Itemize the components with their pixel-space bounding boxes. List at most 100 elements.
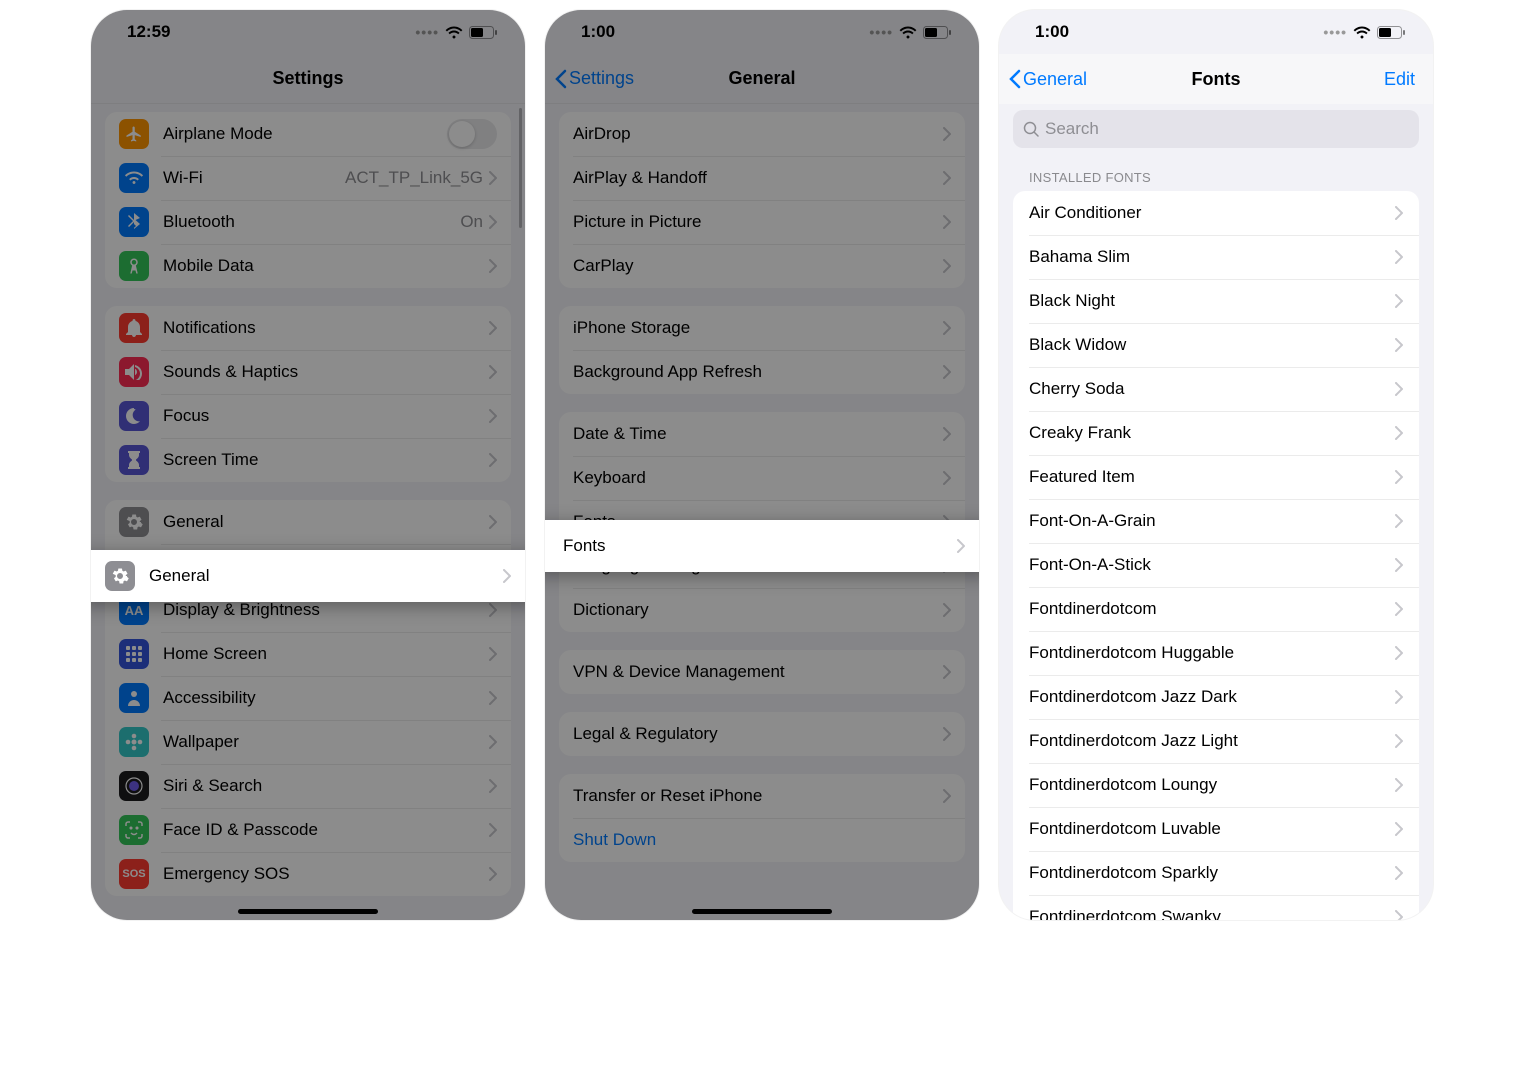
font-row[interactable]: Fontdinerdotcom Luvable [1013, 807, 1419, 851]
general-row-background-app-refresh[interactable]: Background App Refresh [559, 350, 965, 394]
chevron-left-icon [555, 69, 567, 89]
settings-row-home-screen[interactable]: Home Screen [105, 632, 511, 676]
chevron-right-icon [943, 427, 951, 441]
general-row-transfer-or-reset-iphone[interactable]: Transfer or Reset iPhone [559, 774, 965, 818]
wifi-icon [899, 26, 917, 39]
general-row-airdrop[interactable]: AirDrop [559, 112, 965, 156]
chevron-right-icon [943, 127, 951, 141]
general-row-highlight[interactable]: General [91, 550, 525, 602]
back-button[interactable]: Settings [545, 68, 634, 89]
general-row-iphone-storage[interactable]: iPhone Storage [559, 306, 965, 350]
settings-row-wi-fi[interactable]: Wi-FiACT_TP_Link_5G [105, 156, 511, 200]
status-time: 1:00 [581, 22, 615, 42]
font-row[interactable]: Fontdinerdotcom Sparkly [1013, 851, 1419, 895]
font-row[interactable]: Creaky Frank [1013, 411, 1419, 455]
settings-row-siri-search[interactable]: Siri & Search [105, 764, 511, 808]
font-row[interactable]: Featured Item [1013, 455, 1419, 499]
row-label: Keyboard [573, 468, 943, 488]
chevron-right-icon [489, 215, 497, 229]
font-row[interactable]: Fontdinerdotcom Swanky [1013, 895, 1419, 920]
cellular-dots-icon: •••• [869, 24, 893, 40]
chevron-right-icon [943, 727, 951, 741]
search-field[interactable] [1013, 110, 1419, 148]
person-icon [119, 683, 149, 713]
chevron-right-icon [943, 365, 951, 379]
font-name: Fontdinerdotcom Jazz Dark [1029, 687, 1395, 707]
chevron-right-icon [489, 321, 497, 335]
chevron-right-icon [1395, 910, 1403, 920]
general-row-date-time[interactable]: Date & Time [559, 412, 965, 456]
settings-row-emergency-sos[interactable]: SOSEmergency SOS [105, 852, 511, 896]
general-row-picture-in-picture[interactable]: Picture in Picture [559, 200, 965, 244]
font-row[interactable]: Fontdinerdotcom Loungy [1013, 763, 1419, 807]
row-label: Wallpaper [163, 732, 489, 752]
general-row-shut-down[interactable]: Shut Down [559, 818, 965, 862]
row-label: Home Screen [163, 644, 489, 664]
scrollbar[interactable] [519, 108, 522, 228]
nav-bar: Settings General [545, 54, 979, 104]
fonts-row-highlight[interactable]: Fonts [545, 520, 979, 572]
general-row-vpn-device-management[interactable]: VPN & Device Management [559, 650, 965, 694]
chevron-right-icon [943, 789, 951, 803]
chevron-right-icon [1395, 558, 1403, 572]
general-row-airplay-handoff[interactable]: AirPlay & Handoff [559, 156, 965, 200]
back-label: General [1023, 69, 1087, 90]
settings-group: NotificationsSounds & HapticsFocus Screen… [105, 306, 511, 482]
wifi-icon [119, 163, 149, 193]
toggle-switch[interactable] [447, 119, 497, 149]
font-name: Fontdinerdotcom Huggable [1029, 643, 1395, 663]
font-row[interactable]: Air Conditioner [1013, 191, 1419, 235]
home-indicator[interactable] [692, 909, 832, 914]
chevron-right-icon [1395, 514, 1403, 528]
general-row-carplay[interactable]: CarPlay [559, 244, 965, 288]
font-row[interactable]: Fontdinerdotcom Jazz Light [1013, 719, 1419, 763]
font-row[interactable]: Font-On-A-Grain [1013, 499, 1419, 543]
chevron-right-icon [1395, 778, 1403, 792]
chevron-right-icon [1395, 382, 1403, 396]
sos-icon: SOS [119, 859, 149, 889]
gear-icon [119, 507, 149, 537]
chevron-right-icon [489, 365, 497, 379]
settings-row-bluetooth[interactable]: BluetoothOn [105, 200, 511, 244]
chevron-right-icon [957, 539, 965, 553]
edit-button[interactable]: Edit [1384, 69, 1415, 90]
home-indicator[interactable] [238, 909, 378, 914]
font-row[interactable]: Font-On-A-Stick [1013, 543, 1419, 587]
settings-row-face-id-passcode[interactable]: Face ID & Passcode [105, 808, 511, 852]
content-area: INSTALLED FONTS Air ConditionerBahama Sl… [999, 104, 1433, 920]
siri-icon [119, 771, 149, 801]
general-row-keyboard[interactable]: Keyboard [559, 456, 965, 500]
settings-row-focus[interactable]: Focus [105, 394, 511, 438]
font-row[interactable]: Fontdinerdotcom Huggable [1013, 631, 1419, 675]
chevron-right-icon [943, 321, 951, 335]
nav-bar: Settings [91, 54, 525, 104]
general-row-legal-regulatory[interactable]: Legal & Regulatory [559, 712, 965, 756]
settings-row-screen-time[interactable]: Screen Time [105, 438, 511, 482]
gear-icon [105, 561, 135, 591]
chevron-right-icon [489, 171, 497, 185]
settings-row-mobile-data[interactable]: Mobile Data [105, 244, 511, 288]
font-row[interactable]: Black Widow [1013, 323, 1419, 367]
bluetooth-icon [119, 207, 149, 237]
general-row-dictionary[interactable]: Dictionary [559, 588, 965, 632]
font-row[interactable]: Black Night [1013, 279, 1419, 323]
bell-icon [119, 313, 149, 343]
font-row[interactable]: Fontdinerdotcom Jazz Dark [1013, 675, 1419, 719]
row-label: Screen Time [163, 450, 489, 470]
faceid-icon [119, 815, 149, 845]
back-button[interactable]: General [999, 69, 1087, 90]
font-row[interactable]: Bahama Slim [1013, 235, 1419, 279]
chevron-right-icon [943, 603, 951, 617]
settings-row-sounds-haptics[interactable]: Sounds & Haptics [105, 350, 511, 394]
row-label: Airplane Mode [163, 124, 447, 144]
row-label: CarPlay [573, 256, 943, 276]
settings-row-airplane-mode[interactable]: Airplane Mode [105, 112, 511, 156]
settings-row-accessibility[interactable]: Accessibility [105, 676, 511, 720]
settings-row-general[interactable]: General [105, 500, 511, 544]
settings-row-wallpaper[interactable]: Wallpaper [105, 720, 511, 764]
font-row[interactable]: Fontdinerdotcom [1013, 587, 1419, 631]
font-row[interactable]: Cherry Soda [1013, 367, 1419, 411]
settings-row-notifications[interactable]: Notifications [105, 306, 511, 350]
battery-icon [469, 26, 497, 39]
search-input[interactable] [1045, 119, 1409, 139]
